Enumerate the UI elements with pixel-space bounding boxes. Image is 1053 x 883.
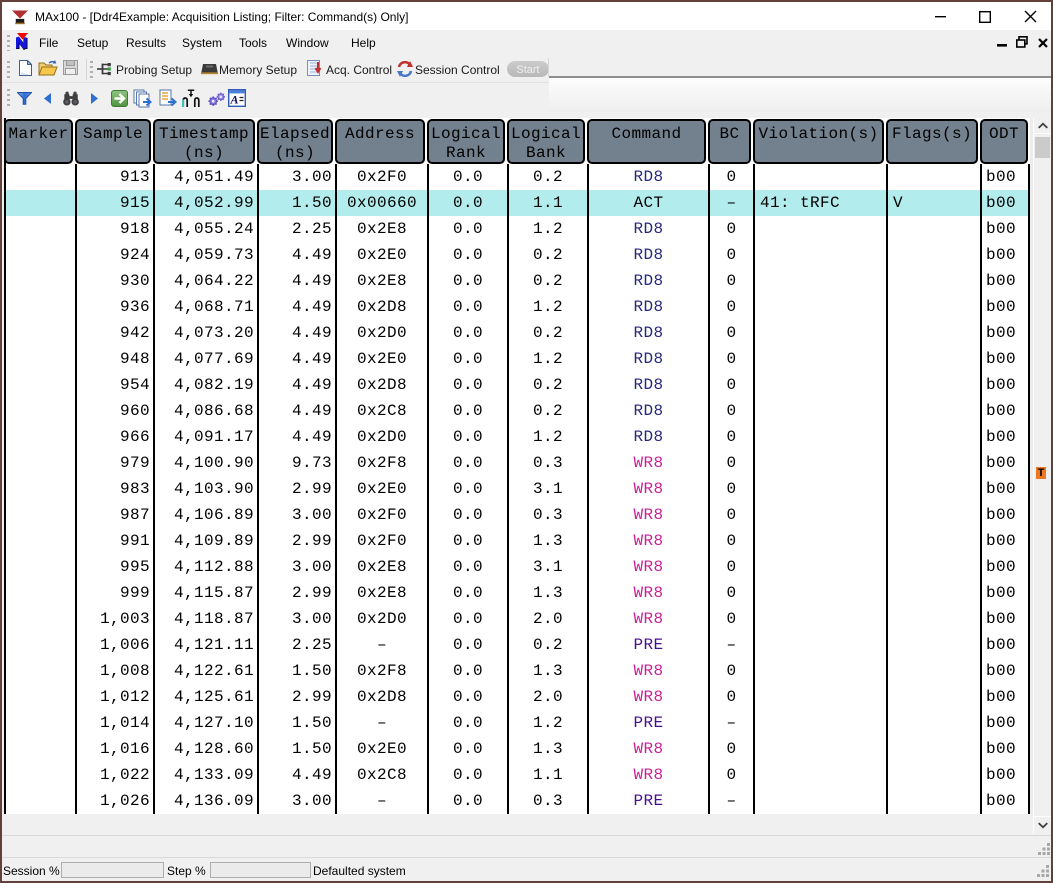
svg-text:A: A bbox=[230, 93, 239, 107]
